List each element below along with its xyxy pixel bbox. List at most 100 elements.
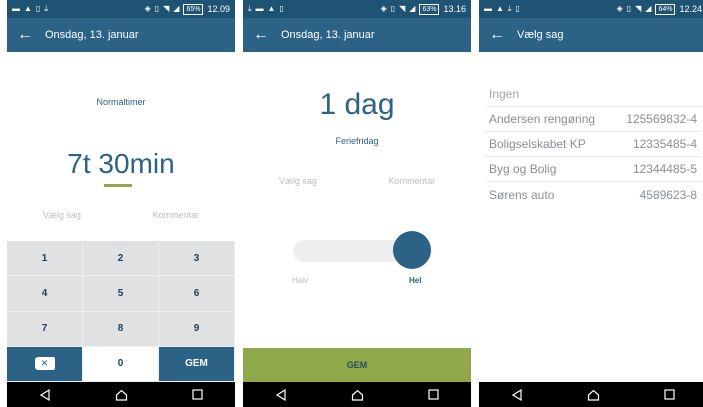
back-arrow-icon[interactable]: ← [253,27,271,43]
back-arrow-icon[interactable]: ← [17,27,35,43]
toggle-whole-label: Hel [409,276,422,285]
key-5[interactable]: 5 [83,276,159,312]
backspace-button[interactable]: ✕ [7,346,83,382]
sim-card-icon: ▯ [35,4,41,13]
numeric-keypad: 1 2 3 4 5 6 7 8 9 ✕ 0 GEM [7,241,235,382]
list-item[interactable]: Andersen rengøring 125569832-4 [485,107,701,132]
nav-home-icon[interactable] [583,385,603,405]
nav-back-icon[interactable] [507,385,527,405]
key-4[interactable]: 4 [7,276,83,312]
vibrate-icon: ◈ [380,4,387,13]
screenshot-triptych: ▬ ▲ ▯ ⤓ ◈ ▯ ◥ ◢ 65% 12.09 ← Onsdag, 13. … [0,0,703,407]
app-bar: ← Onsdag, 13. januar [7,18,235,52]
days-display: 1 dag [319,88,395,121]
vibrate-icon: ◈ [144,4,151,13]
android-nav-bar [7,382,235,407]
sim-slot-icon: ▯ [390,4,396,13]
case-name: Boligselskabet KP [489,137,586,151]
nav-home-icon[interactable] [111,385,131,405]
half-whole-toggle-knob[interactable] [393,231,431,269]
nav-recents-icon[interactable] [423,385,443,405]
phone-screen-choose-case: ▬ ▲ ⤓ ▯ ◈ ▯ ◥ ◢ 64% 12.24 ← Vælg sag Ing… [479,0,703,407]
android-nav-bar [243,382,471,407]
page-title: Onsdag, 13. januar [45,29,139,41]
key-9[interactable]: 9 [159,311,235,347]
comment-link[interactable]: Kommentar [389,176,436,186]
sim-card-icon: ▯ [515,4,520,13]
case-name: Sørens auto [489,187,555,202]
status-bar: ▬ ▲ ⤓ ▯ ◈ ▯ ◥ ◢ 64% 12.24 [479,0,703,18]
status-bar: ▬ ▲ ▯ ⤓ ◈ ▯ ◥ ◢ 65% 12.09 [7,0,235,18]
nav-recents-icon[interactable] [187,385,207,405]
status-time: 12.09 [207,4,230,14]
nav-recents-icon[interactable] [659,385,679,405]
backspace-icon: ✕ [34,357,55,371]
key-7[interactable]: 7 [7,311,83,347]
key-8[interactable]: 8 [83,311,159,347]
phone-screen-time-entry: ▬ ▲ ▯ ⤓ ◈ ▯ ◥ ◢ 65% 12.09 ← Onsdag, 13. … [7,0,235,407]
key-2[interactable]: 2 [83,241,159,277]
case-list: Ingen Andersen rengøring 125569832-4 Bol… [485,82,701,207]
sim-icon: ▬ [484,4,492,13]
phone-screen-day-off: ⤓ ▬ ▲ ▯ ◈ ▯ ◥ ◢ 63% 13.16 ← Onsdag, 13. … [243,0,471,407]
sim-slot-icon: ▯ [154,4,160,13]
active-field-indicator [104,184,132,187]
day-type-label[interactable]: Feriefridag [243,136,471,146]
case-number: 125569832-4 [626,112,697,126]
sim-card-icon: ▯ [279,4,284,13]
status-time: 12.24 [679,4,702,14]
case-name: Ingen [489,87,520,101]
choose-case-link[interactable]: Vælg sag [43,210,81,220]
signal-icon: ◢ [409,4,416,13]
case-name: Andersen rengøring [489,112,596,126]
battery-indicator: 64% [655,3,676,15]
vibrate-icon: ◈ [616,4,623,13]
key-3[interactable]: 3 [159,241,235,277]
status-bar: ⤓ ▬ ▲ ▯ ◈ ▯ ◥ ◢ 63% 13.16 [243,0,471,18]
sim-icon: ▬ [255,4,264,13]
signal-icon: ◢ [645,4,652,13]
list-item[interactable]: Ingen [485,82,701,107]
battery-indicator: 65% [183,3,204,15]
nav-home-icon[interactable] [347,385,367,405]
toggle-half-label: Halv [292,276,309,285]
download-icon: ⤓ [507,4,512,13]
key-6[interactable]: 6 [159,276,235,312]
hours-type-label[interactable]: Normaltimer [7,97,235,107]
case-number: 4589623-8 [639,187,697,202]
key-1[interactable]: 1 [7,241,83,277]
sim-icon: ▬ [12,4,20,13]
page-title: Vælg sag [517,29,564,41]
duration-display: 7t 30min [67,148,175,179]
wifi-icon: ◥ [635,4,642,13]
comment-link[interactable]: Kommentar [153,210,200,220]
android-nav-bar [479,382,703,407]
case-number: 12344485-5 [632,162,697,176]
page-title: Onsdag, 13. januar [281,29,375,41]
case-comment-row: Vælg sag Kommentar [243,176,471,186]
back-arrow-icon[interactable]: ← [489,27,507,43]
case-comment-row: Vælg sag Kommentar [7,210,235,220]
case-number: 12335485-4 [632,137,697,151]
choose-case-link[interactable]: Vælg sag [279,176,317,186]
alert-icon: ▲ [496,4,504,13]
nav-back-icon[interactable] [35,385,55,405]
alert-icon: ▲ [267,4,276,13]
key-0[interactable]: 0 [83,346,159,382]
nav-back-icon[interactable] [271,385,291,405]
signal-icon: ◢ [173,4,180,13]
save-button[interactable]: GEM [159,346,235,382]
save-button[interactable]: GEM [243,348,471,382]
battery-indicator: 63% [419,3,440,15]
app-bar: ← Vælg sag [479,18,703,52]
download-icon: ⤓ [44,4,48,13]
list-item[interactable]: Boligselskabet KP 12335485-4 [485,132,701,157]
alert-icon: ▲ [24,4,32,13]
app-bar: ← Onsdag, 13. januar [243,18,471,52]
list-item[interactable]: Byg og Bolig 12344485-5 [485,157,701,182]
sim-slot-icon: ▯ [626,4,632,13]
wifi-icon: ◥ [399,4,406,13]
status-time: 13.16 [443,4,466,14]
list-item[interactable]: Sørens auto 4589623-8 [485,182,701,207]
wifi-icon: ◥ [163,4,170,13]
